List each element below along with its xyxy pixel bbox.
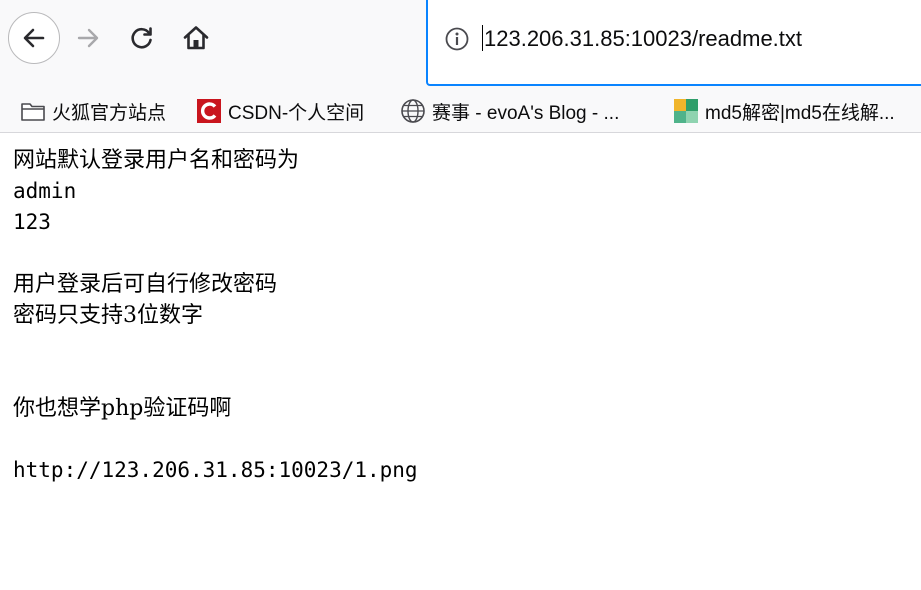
text-line: 123 [13, 210, 51, 234]
bookmark-cmd5[interactable]: md5解密|md5在线解... [673, 90, 895, 132]
text-line [13, 331, 418, 362]
bookmark-label: 赛事 - evoA's Blog - ... [432, 102, 620, 124]
bookmark-label: CSDN-个人空间 [228, 102, 365, 124]
text-line: http://123.206.31.85:10023/1.png [13, 458, 418, 482]
text-line: 网站默认登录用户名和密码为 [13, 148, 300, 173]
text-line: 你也想学php验证码啊 [13, 396, 232, 421]
text-line: 密码只支持3位数字 [13, 303, 203, 328]
globe-icon [401, 99, 425, 123]
url-text: 123.206.31.85:10023/readme.txt [484, 26, 803, 51]
folder-icon [21, 103, 45, 121]
address-bar[interactable]: 123.206.31.85:10023/readme.txt [426, 0, 921, 86]
home-button[interactable] [172, 14, 220, 62]
text-line [13, 424, 418, 455]
bookmark-label: 火狐官方站点 [52, 102, 167, 124]
text-caret [482, 25, 483, 51]
url-field[interactable]: 123.206.31.85:10023/readme.txt [482, 25, 802, 52]
cmd5-logo-icon [674, 99, 698, 123]
forward-arrow-icon [77, 28, 99, 48]
text-line [13, 362, 418, 393]
bookmark-csdn[interactable]: CSDN-个人空间 [196, 90, 364, 132]
bookmark-label: md5解密|md5在线解... [705, 102, 895, 124]
site-info-icon[interactable] [444, 26, 470, 52]
back-arrow-icon [23, 28, 45, 48]
bookmark-firefox-official[interactable]: 火狐官方站点 [20, 90, 166, 132]
reload-button[interactable] [118, 14, 166, 62]
bookmarks-toolbar: 火狐官方站点 CSDN-个人空间 赛事 - evoA's Blog - ... … [0, 90, 921, 133]
text-line: admin [13, 179, 77, 203]
csdn-logo-icon [197, 99, 221, 123]
forward-button[interactable] [64, 14, 112, 62]
text-line: 用户登录后可自行修改密码 [13, 272, 278, 297]
page-content: 网站默认登录用户名和密码为 admin 123 用户登录后可自行修改密码 密码只… [13, 145, 418, 486]
home-icon [183, 26, 209, 50]
bookmark-evoa-blog[interactable]: 赛事 - evoA's Blog - ... [400, 90, 619, 132]
navigation-toolbar: 123.206.31.85:10023/readme.txt [0, 0, 921, 90]
reload-icon [131, 27, 152, 49]
text-line [13, 238, 418, 269]
back-button[interactable] [8, 12, 60, 64]
